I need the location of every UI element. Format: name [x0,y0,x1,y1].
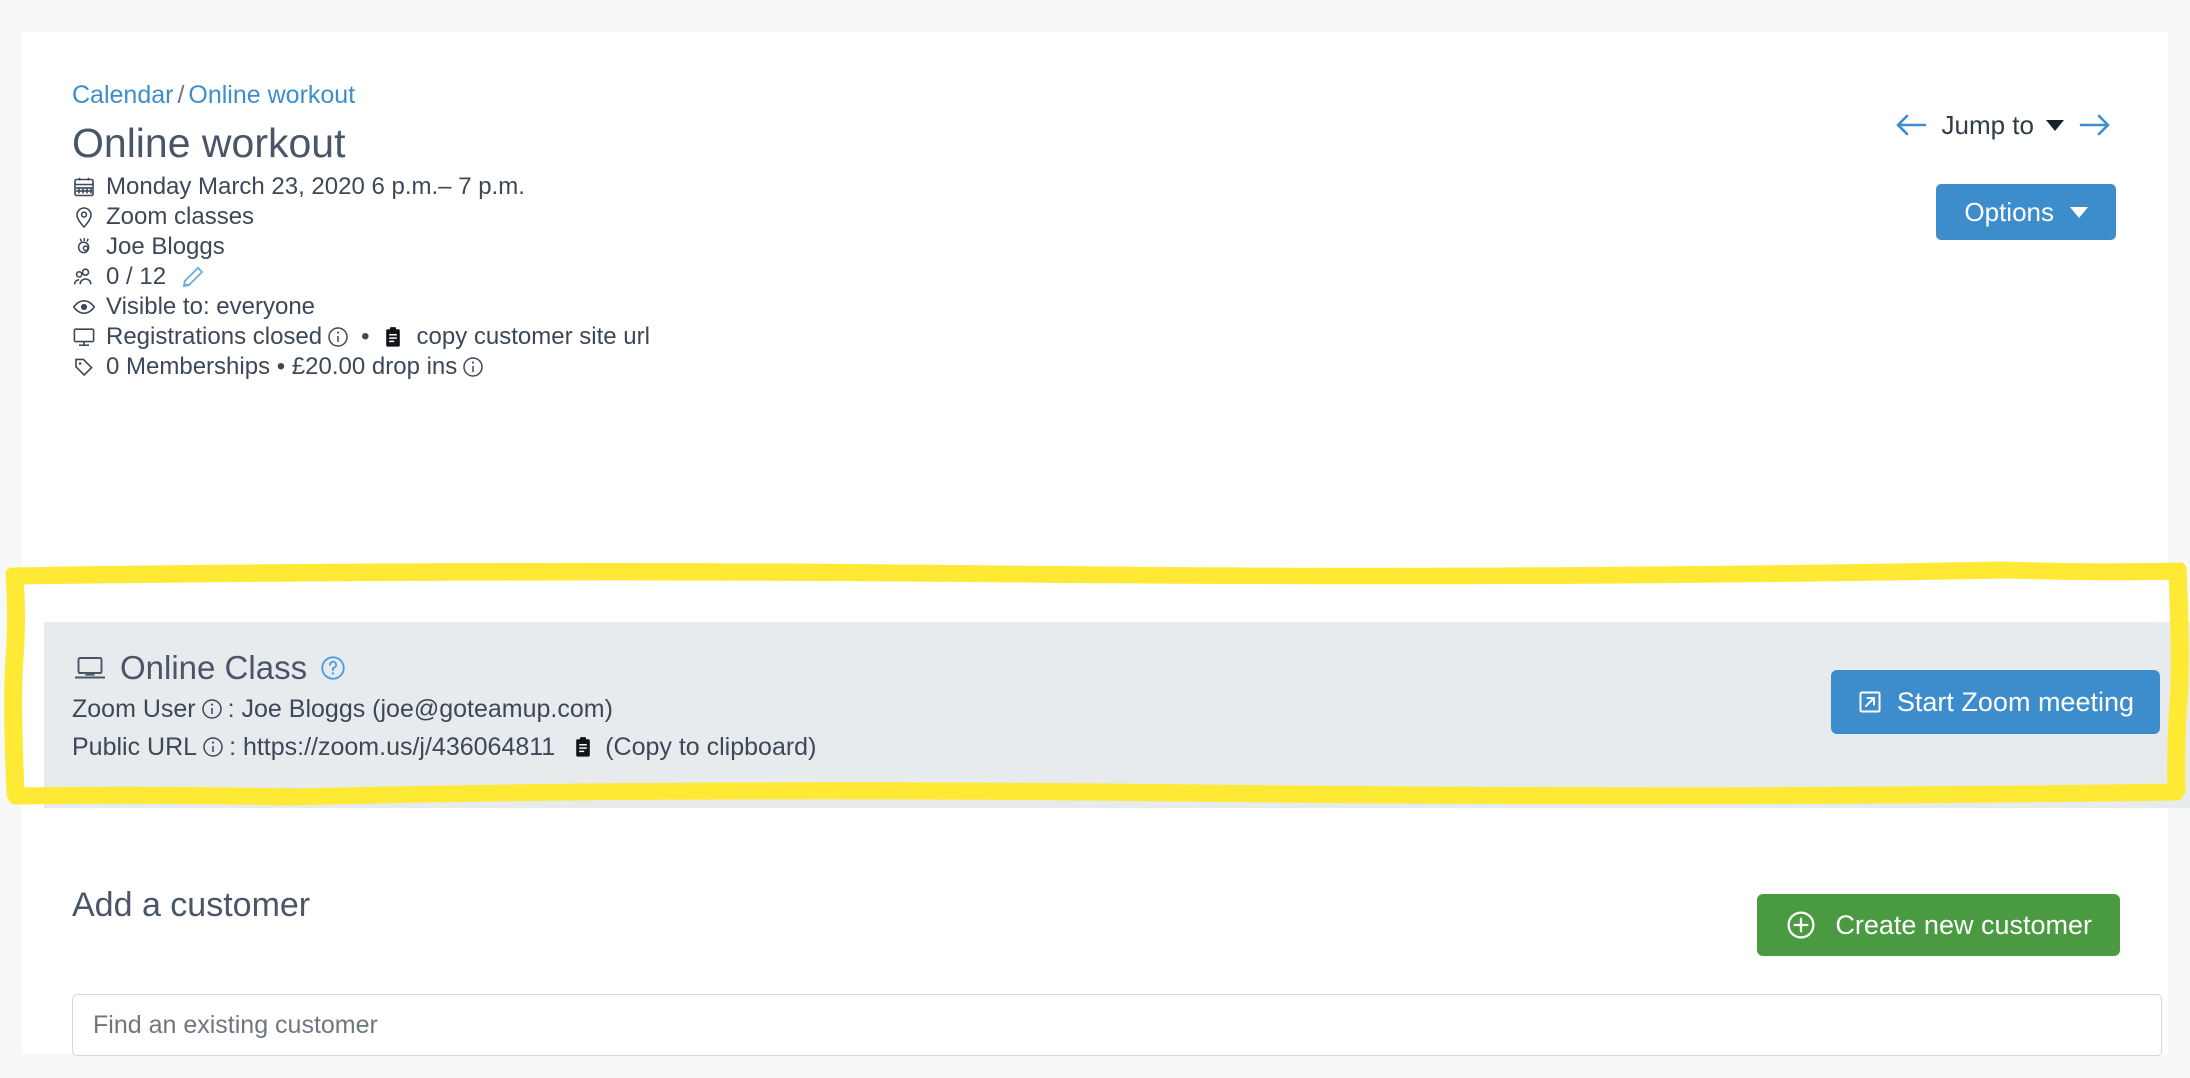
online-class-info: Online Class Zoom User: Joe Bloggs (joe… [72,648,816,764]
online-class-panel: Online Class Zoom User: Joe Bloggs (joe… [44,622,2190,808]
breadcrumb-separator: / [177,81,185,109]
create-new-customer-label: Create new customer [1835,909,2092,940]
copy-customer-site-url-label[interactable]: copy customer site url [417,322,650,352]
jump-to-label: Jump to [1941,110,2035,140]
detail-row-date: Monday March 23, 2020 6 p.m.– 7 p.m. [72,172,2112,202]
online-class-section: Online Class Zoom User: Joe Bloggs (joe… [44,606,2190,822]
event-navigation: Jump to [1894,110,2113,140]
start-zoom-meeting-label: Start Zoom meeting [1896,686,2134,717]
map-pin-icon [72,204,100,230]
event-header: Calendar/Online workout Online workout [72,80,2112,382]
zoom-user-info-circle-icon[interactable] [200,697,224,721]
detail-row-instructor: Joe Bloggs [72,232,2112,262]
detail-bullet-separator: • [361,323,370,350]
eye-icon [72,294,100,320]
public-url-info-circle-icon[interactable] [201,735,225,759]
detail-row-registrations: Registrations closed • copy customer sit… [72,322,2112,352]
jump-to-dropdown[interactable]: Jump to [1941,110,2064,140]
breadcrumb: Calendar / Online workout [72,80,2112,110]
page-title: Online workout [72,120,346,166]
tag-icon [72,354,100,380]
zoom-user-line: Zoom User : Joe Bloggs (joe@goteamup.com… [72,692,816,726]
zoom-user-label: Zoom User [72,695,196,723]
create-new-customer-button[interactable]: Create new customer [1757,894,2120,956]
detail-date-text: Monday March 23, 2020 6 p.m.– 7 p.m. [106,173,525,200]
page-root: Calendar/Online workout Online workout [0,0,2190,1078]
plus-circle-icon [1785,909,1817,941]
arrow-left-icon[interactable] [1894,110,1928,140]
detail-capacity-text: 0 / 12 [106,263,167,290]
detail-row-visibility: Visible to: everyone [72,292,2112,322]
teacher-hand-icon [72,234,100,260]
online-class-title: Online Class [120,649,308,686]
options-button[interactable]: Options [1936,184,2116,240]
breadcrumb-link-calendar[interactable]: Calendar [72,81,173,109]
edit-capacity-pencil-icon[interactable] [180,264,206,290]
detail-row-location: Zoom classes [72,202,2112,232]
calendar-icon [72,174,100,200]
public-url-line: Public URL : https://zoom.us/j/436064811 [72,730,816,764]
event-detail-list: Monday March 23, 2020 6 p.m.– 7 p.m. Zoo… [72,172,2112,382]
detail-location-text: Zoom classes [106,203,255,230]
detail-instructor-text: Joe Bloggs [106,233,225,260]
start-zoom-meeting-button[interactable]: Start Zoom meeting [1830,670,2160,734]
detail-pricing-text: 0 Memberships • £20.00 drop ins [106,353,458,380]
external-link-icon [1857,689,1883,715]
zoom-user-value: : Joe Bloggs (joe@goteamup.com) [227,695,613,723]
help-circle-icon[interactable] [319,654,347,682]
arrow-right-icon[interactable] [2078,110,2112,140]
event-detail-card: Calendar/Online workout Online workout [22,32,2190,1056]
detail-row-capacity: 0 / 12 [72,262,2112,292]
find-existing-customer-input[interactable] [72,994,2162,1056]
breadcrumb-link-current[interactable]: Online workout [188,81,355,109]
laptop-icon [72,652,108,684]
chevron-down-icon [2070,206,2088,218]
registrations-info-circle-icon[interactable] [326,325,350,349]
detail-registrations-text: Registrations closed [106,323,323,350]
users-icon [72,264,100,290]
detail-visibility-text: Visible to: everyone [106,293,316,320]
public-url-label: Public URL [72,733,198,761]
copy-customer-site-url-clipboard-icon[interactable] [381,325,405,349]
chevron-down-icon [2046,119,2064,131]
copy-to-clipboard-label[interactable]: (Copy to clipboard) [605,730,816,764]
options-button-label: Options [1964,196,2054,227]
detail-row-pricing: 0 Memberships • £20.00 drop ins [72,352,2112,382]
copy-url-clipboard-icon[interactable] [571,735,595,759]
pricing-info-circle-icon[interactable] [461,355,485,379]
public-url-value: : https://zoom.us/j/436064811 [229,733,556,761]
online-class-heading: Online Class [72,648,816,688]
monitor-icon [72,324,100,350]
